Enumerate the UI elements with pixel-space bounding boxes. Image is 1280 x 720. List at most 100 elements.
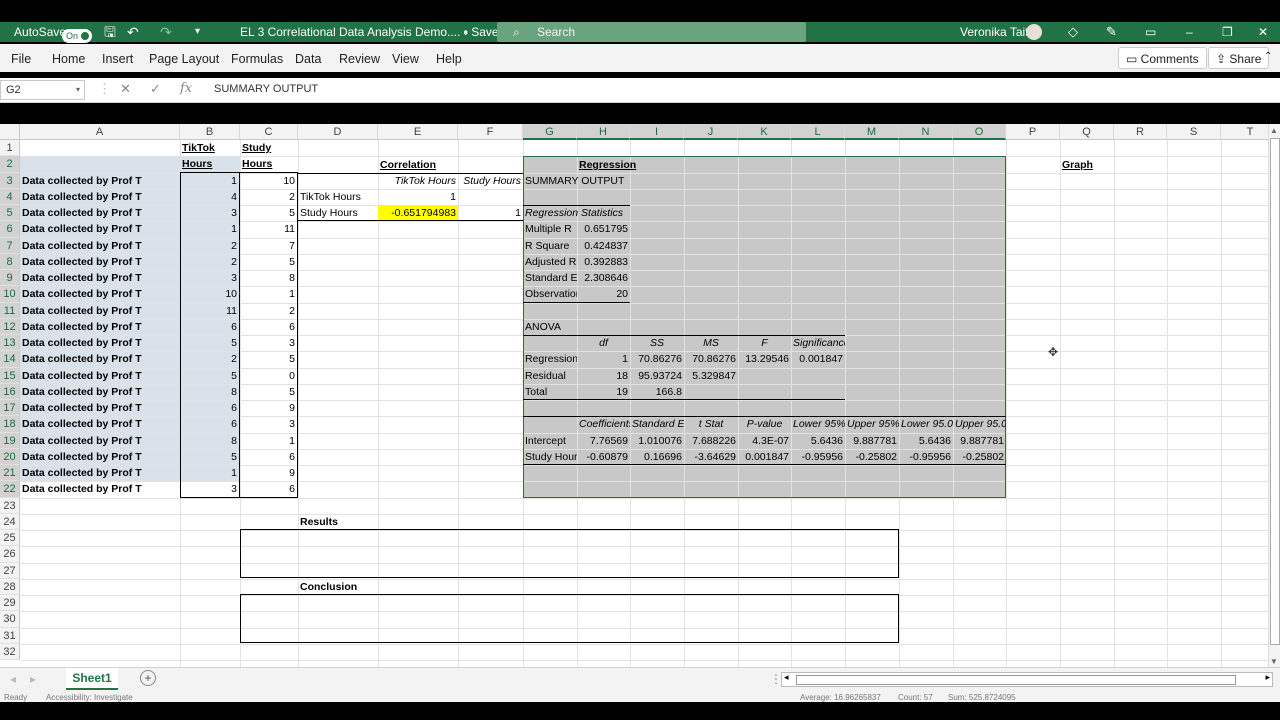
data-source-label[interactable]: Data collected by Prof T (20, 416, 180, 432)
next-sheet-icon[interactable]: ▸ (30, 672, 36, 686)
row-header[interactable]: 24 (0, 513, 20, 530)
coefficient-value[interactable]: 1.010076 (630, 433, 684, 449)
coefficient-row-label[interactable]: Study Hours (523, 449, 577, 465)
data-source-label[interactable]: Data collected by Prof T (20, 238, 180, 254)
data-source-label[interactable]: Data collected by Prof T (20, 205, 180, 221)
coefficient-header[interactable]: P-value (738, 416, 791, 432)
anova-header[interactable]: Significance F (791, 335, 845, 351)
drag-handle-icon[interactable]: ⋮ (98, 81, 111, 97)
row-header[interactable]: 17 (0, 400, 20, 417)
data-source-label[interactable]: Data collected by Prof T (20, 481, 180, 497)
column-header[interactable]: O (953, 124, 1006, 140)
column-header[interactable]: A (20, 124, 180, 140)
data-source-label[interactable]: Data collected by Prof T (20, 335, 180, 351)
study-hours-cell[interactable]: 11 (240, 221, 298, 238)
study-hours-cell[interactable]: 6 (240, 318, 298, 335)
column-header[interactable]: J (684, 124, 738, 140)
column-header[interactable]: M (845, 124, 899, 140)
worksheet-grid[interactable]: A B C D E F G H I J K L M N O P Q R S T 1 2 3 4 5 6 7 8 9 10 11 12 13 14 1… (0, 124, 1280, 667)
anova-ms[interactable]: 70.86276 (684, 351, 738, 367)
menu-review[interactable]: Review (339, 52, 380, 66)
regression-stat-label[interactable]: Multiple R (523, 221, 577, 237)
column-header[interactable]: I (630, 124, 684, 140)
coefficient-value[interactable]: -0.95956 (791, 449, 845, 465)
row-header[interactable]: 12 (0, 318, 20, 335)
anova-row-label[interactable]: Residual (523, 368, 577, 384)
menu-home[interactable]: Home (52, 52, 85, 66)
conclusion-label[interactable]: Conclusion (298, 579, 378, 595)
study-hours-cell[interactable]: 7 (240, 237, 298, 254)
data-source-label[interactable]: Data collected by Prof T (20, 286, 180, 302)
tiktok-hours-cell[interactable]: 2 (180, 351, 240, 368)
study-hours-cell[interactable]: 5 (240, 383, 298, 400)
regression-stat-value[interactable]: 0.424837 (577, 238, 630, 254)
tiktok-hours-cell[interactable]: 5 (180, 448, 240, 465)
regression-stat-label[interactable]: Adjusted R Square (523, 254, 577, 270)
anova-ms[interactable]: 5.329847 (684, 368, 738, 384)
tiktok-hours-cell[interactable]: 6 (180, 318, 240, 335)
graph-heading[interactable]: Graph (1060, 157, 1114, 173)
add-sheet-button[interactable]: + (140, 670, 156, 686)
results-label[interactable]: Results (298, 514, 378, 530)
row-header[interactable]: 15 (0, 367, 20, 384)
anova-header[interactable]: df (577, 335, 630, 351)
row-header[interactable]: 10 (0, 286, 20, 303)
menu-data[interactable]: Data (295, 52, 321, 66)
tiktok-hours-cell[interactable]: 4 (180, 188, 240, 205)
column-header[interactable]: H (577, 124, 630, 140)
data-source-label[interactable]: Data collected by Prof T (20, 303, 180, 319)
anova-header[interactable]: MS (684, 335, 738, 351)
tiktok-hours-cell[interactable]: 3 (180, 270, 240, 287)
results-box[interactable] (240, 529, 899, 578)
anova-f[interactable] (738, 368, 791, 384)
tiktok-hours-cell[interactable]: 6 (180, 416, 240, 433)
study-hours-cell[interactable]: 3 (240, 335, 298, 352)
column-header[interactable]: D (298, 124, 378, 140)
anova-significance[interactable]: 0.001847 (791, 351, 845, 367)
anova-ss[interactable]: 95.93724 (630, 368, 684, 384)
row-header[interactable]: 25 (0, 530, 20, 547)
anova-header[interactable]: F (738, 335, 791, 351)
scrollbar-thumb[interactable] (796, 675, 1236, 685)
data-source-label[interactable]: Data collected by Prof T (20, 270, 180, 286)
vertical-scrollbar-thumb[interactable] (1270, 138, 1280, 645)
row-header[interactable]: 7 (0, 237, 20, 254)
cancel-icon[interactable]: ✕ (120, 81, 131, 97)
row-header[interactable]: 30 (0, 611, 20, 628)
correlation-value[interactable]: 1 (378, 189, 458, 205)
study-hours-cell[interactable]: 1 (240, 286, 298, 303)
row-header[interactable]: 2 (0, 156, 20, 173)
tiktok-hours-cell[interactable]: 5 (180, 335, 240, 352)
study-hours-cell[interactable]: 6 (240, 448, 298, 465)
anova-ms[interactable] (684, 384, 738, 400)
row-header[interactable]: 8 (0, 253, 20, 270)
menu-page-layout[interactable]: Page Layout (149, 52, 219, 66)
name-box[interactable]: G2 ▾ (0, 80, 85, 100)
anova-row-label[interactable]: Total (523, 384, 577, 400)
study-hours-cell[interactable]: 2 (240, 188, 298, 205)
column-header[interactable]: G (523, 124, 577, 140)
anova-df[interactable]: 1 (577, 351, 630, 367)
coefficient-value[interactable]: -0.25802 (953, 449, 1006, 465)
coefficient-value[interactable]: 9.887781 (953, 433, 1006, 449)
correlation-row-label[interactable]: Study Hours (298, 205, 378, 221)
coefficient-header[interactable]: Lower 95.0% (899, 416, 953, 432)
row-header[interactable]: 16 (0, 383, 20, 400)
search-box[interactable]: ⌕ Search (497, 22, 806, 42)
row-header[interactable]: 14 (0, 351, 20, 368)
study-hours-cell[interactable]: 5 (240, 205, 298, 222)
tiktok-hours-cell[interactable]: 6 (180, 400, 240, 417)
minimize-button[interactable]: – (1186, 22, 1193, 42)
column-header[interactable]: K (738, 124, 791, 140)
coefficient-value[interactable]: 0.001847 (738, 449, 791, 465)
row-header[interactable]: 11 (0, 302, 20, 319)
data-source-label[interactable]: Data collected by Prof T (20, 433, 180, 449)
share-button[interactable]: ⇪ Share (1208, 47, 1270, 69)
regression-statistics-label[interactable]: Regression Statistics (523, 205, 630, 221)
row-header[interactable]: 1 (0, 140, 20, 157)
study-hours-cell[interactable]: 0 (240, 367, 298, 384)
coefficient-header[interactable]: t Stat (684, 416, 738, 432)
chevron-down-icon[interactable]: ▾ (76, 81, 80, 99)
coefficient-header[interactable]: Upper 95.0% (953, 416, 1006, 432)
row-header[interactable]: 22 (0, 481, 20, 498)
